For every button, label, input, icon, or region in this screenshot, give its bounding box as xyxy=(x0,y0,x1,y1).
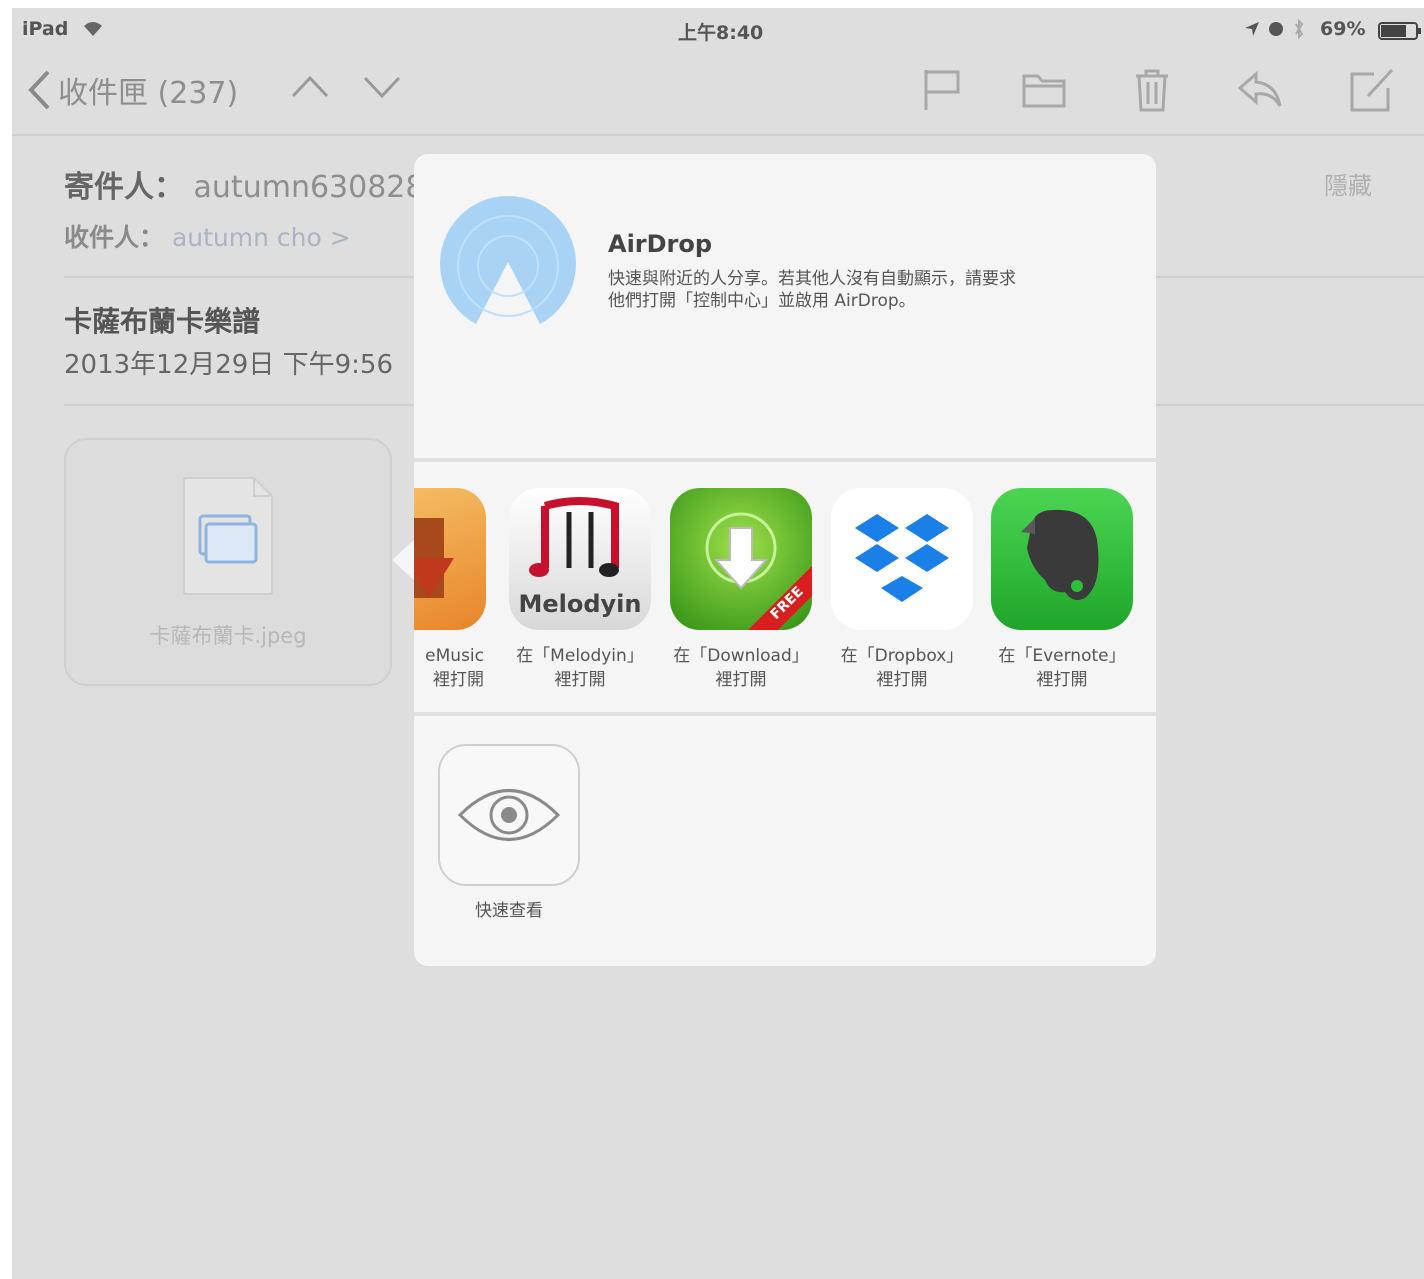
app-emusic-label-2: 裡打開 xyxy=(433,670,484,690)
from-row: 寄件人： autumn630828 xyxy=(64,162,424,206)
mail-date: 2013年12月29日 下午9:56 xyxy=(64,350,393,380)
compose-icon xyxy=(1350,68,1394,112)
location-icon xyxy=(1245,22,1259,36)
lock-rotation-icon xyxy=(1269,22,1283,36)
airdrop-title: AirDrop xyxy=(608,230,713,258)
attachment-filename: 卡薩布蘭卡.jpeg xyxy=(149,624,307,648)
app-evernote-label-2: 裡打開 xyxy=(1036,670,1088,690)
app-download[interactable]: FREE 在「Download」 裡打開 xyxy=(666,488,816,692)
app-emusic-label-1: eMusic xyxy=(425,646,484,666)
dropbox-icon xyxy=(831,488,973,630)
app-emusic[interactable]: eMusic 裡打開 xyxy=(414,488,490,692)
sheet-separator-2 xyxy=(414,712,1156,716)
to-label: 收件人： xyxy=(64,223,165,252)
next-message-button[interactable] xyxy=(362,72,402,102)
app-dropbox-label-2: 裡打開 xyxy=(876,670,928,690)
mail-subject: 卡薩布蘭卡樂譜 xyxy=(64,305,261,338)
eye-icon xyxy=(457,789,561,841)
battery-percent: 69% xyxy=(1320,18,1366,40)
quick-look-action[interactable]: 快速查看 xyxy=(438,744,580,921)
status-device: iPad xyxy=(22,18,69,40)
battery-icon xyxy=(1378,22,1421,40)
to-row: 收件人： autumn cho > xyxy=(64,218,351,254)
flag-icon xyxy=(924,70,960,110)
reply-icon xyxy=(1237,70,1282,107)
share-sheet: AirDrop 快速與附近的人分享。若其他人沒有自動顯示，請要求 他們打開「控制… xyxy=(414,154,1156,966)
bluetooth-icon xyxy=(1295,18,1304,40)
popover-arrow xyxy=(392,538,416,582)
app-melodyin-label-1: 在「Melodyin」 xyxy=(516,646,644,666)
app-dropbox[interactable]: 在「Dropbox」 裡打開 xyxy=(827,488,977,692)
image-file-icon xyxy=(183,477,273,595)
quick-look-label: 快速查看 xyxy=(475,901,543,921)
folder-icon xyxy=(1022,74,1066,108)
wifi-icon xyxy=(84,22,102,36)
status-time: 上午8:40 xyxy=(678,22,764,44)
trash-button[interactable] xyxy=(1128,66,1176,114)
from-value[interactable]: autumn630828 xyxy=(194,170,425,205)
ipad-screen: iPad 上午8:40 69% 收件匣 (237) 寄件人： autumn630… xyxy=(12,8,1424,1279)
from-label: 寄件人： xyxy=(64,170,184,205)
reply-button[interactable] xyxy=(1236,66,1284,114)
attachment-card[interactable]: 卡薩布蘭卡.jpeg xyxy=(64,438,392,686)
back-label: 收件匣 (237) xyxy=(58,76,239,111)
airdrop-icon xyxy=(440,196,576,324)
app-download-label-2: 裡打開 xyxy=(715,670,767,690)
hide-button[interactable]: 隱藏 xyxy=(1324,166,1372,201)
to-value[interactable]: autumn cho > xyxy=(172,223,351,252)
melodyin-wordmark: Melodyin xyxy=(518,590,641,618)
app-download-label-1: 在「Download」 xyxy=(673,646,809,666)
airdrop-description-line2: 他們打開「控制中心」並啟用 AirDrop。 xyxy=(608,291,916,311)
move-folder-button[interactable] xyxy=(1020,66,1068,114)
app-dropbox-label-1: 在「Dropbox」 xyxy=(840,646,964,666)
nav-bar: 收件匣 (237) xyxy=(12,54,1424,136)
back-button[interactable]: 收件匣 (237) xyxy=(26,68,238,112)
quick-look-tile xyxy=(438,744,580,886)
sheet-separator-1 xyxy=(414,458,1156,462)
previous-message-button[interactable] xyxy=(290,72,330,102)
chevron-left-icon xyxy=(28,70,50,110)
flag-button[interactable] xyxy=(918,66,966,114)
app-melodyin-label-2: 裡打開 xyxy=(554,670,606,690)
trash-icon xyxy=(1136,69,1168,112)
compose-button[interactable] xyxy=(1348,66,1396,114)
melodyin-icon: Melodyin xyxy=(509,488,651,630)
download-icon: FREE xyxy=(670,488,812,630)
app-melodyin[interactable]: Melodyin 在「Melodyin」 裡打開 xyxy=(505,488,655,692)
evernote-icon xyxy=(991,488,1133,630)
emusic-icon xyxy=(414,488,486,630)
app-evernote[interactable]: 在「Evernote」 裡打開 xyxy=(987,488,1137,692)
app-evernote-label-1: 在「Evernote」 xyxy=(998,646,1126,666)
